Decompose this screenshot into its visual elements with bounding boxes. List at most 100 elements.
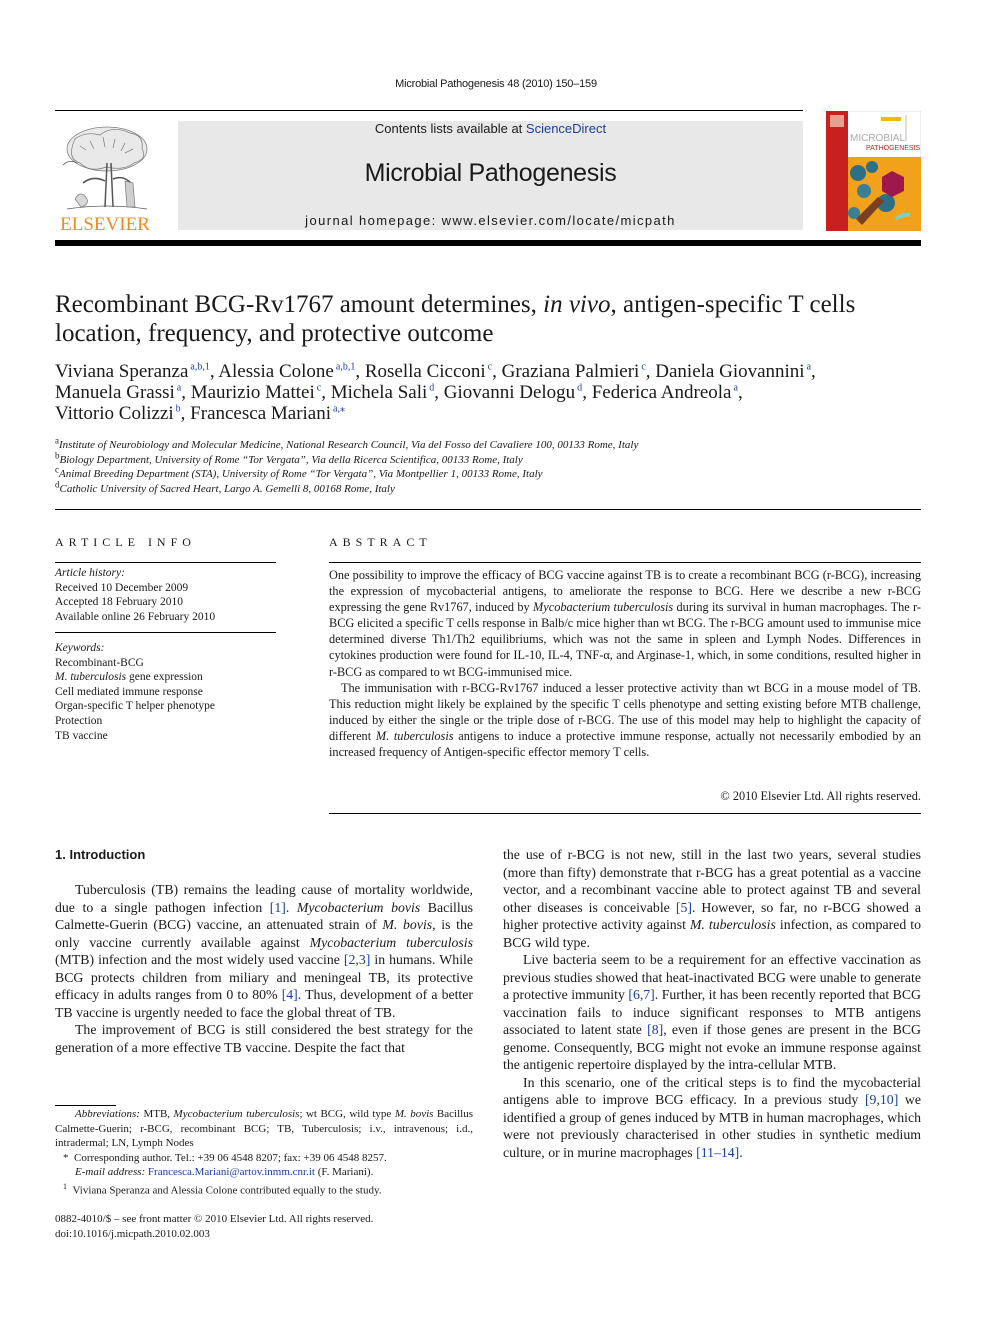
affiliation-text: Catholic University of Sacred Heart, Lar… (59, 482, 395, 495)
italic-run: Myco­bacterium tuberculosis (309, 934, 474, 950)
journal-title: Microbial Pathogenesis (364, 159, 617, 187)
text-run: In this scenario, one of the critical st… (503, 1074, 921, 1108)
author-list: Viviana Speranza a,b,1, Alessia Colone a… (55, 361, 935, 424)
journal-cover-image-icon: MICROBIAL PATHOGENESIS (825, 110, 922, 232)
citation-link[interactable]: [4] (282, 987, 298, 1002)
divider (329, 813, 921, 814)
article-info-heading: ARTICLE INFO (55, 535, 196, 549)
author-name: Giovanni Delogu (443, 382, 576, 403)
author-affiliation-link[interactable]: a,b,1 (188, 362, 209, 373)
italic-run: M. bovis (382, 917, 433, 932)
keyword-list: Recombinant-BCG M. tuberculosis gene expr… (55, 656, 280, 744)
body-paragraph: Tuberculosis (TB) remains the leading ca… (55, 881, 473, 1021)
abstract-body: One possibility to improve the efficacy … (329, 567, 921, 760)
keyword-text: Cell mediated immune response (55, 685, 203, 698)
email-footnote: E-mail address: Francesca.Mariani@artov.… (55, 1165, 473, 1180)
contents-prefix: Contents lists available at (374, 121, 526, 136)
history-online: Available online 26 February 2010 (55, 610, 216, 623)
separator: , (180, 403, 191, 424)
divider (55, 632, 276, 633)
keyword: Organ-specific T helper phenotype (55, 699, 280, 714)
keywords: Keywords: Recombinant-BCG M. tuberculosis… (55, 641, 280, 743)
affiliation-text: Animal Breeding Department (STA), Univer… (59, 468, 543, 480)
issn-line: 0882-4010/$ – see front matter © 2010 El… (55, 1213, 374, 1225)
author-affiliation-link[interactable]: a,b,1 (334, 362, 355, 373)
cover-title-1: MICROBIAL (850, 133, 905, 144)
history-accepted: Accepted 18 February 2010 (55, 596, 184, 609)
keyword-text: gene expression (126, 671, 203, 684)
author-name: Vittorio Colizzi (55, 403, 174, 424)
equal-contribution-footnote: 1 Viviana Speranza and Alessia Colone co… (55, 1180, 473, 1198)
title-part: Recombinant BCG-Rv1767 amount determines… (55, 291, 544, 318)
text-run: (MTB) infection and the most widely used… (55, 952, 344, 967)
section-heading-introduction: 1. Introduction (55, 847, 146, 862)
citation-link[interactable]: [5] (676, 900, 692, 915)
citation-link[interactable]: [9,10] (865, 1092, 898, 1107)
author-affiliation-link[interactable]: a,⁎ (331, 404, 345, 415)
author-name: Daniela Giovannini (655, 361, 805, 382)
article-history: Article history: Received 10 December 20… (55, 566, 280, 624)
author-affiliation-link[interactable]: b (174, 404, 181, 415)
separator: , (811, 361, 816, 382)
citation-link[interactable]: [1] (270, 900, 286, 915)
body-paragraph: the use of r-BCG is not new, still in th… (503, 846, 921, 951)
sciencedirect-link[interactable]: ScienceDirect (526, 121, 606, 136)
keyword: M. tuberculosis gene expression (55, 670, 280, 685)
author-name: Rosella Cicconi (364, 361, 486, 382)
elsevier-wordmark: ELSEVIER (60, 214, 150, 233)
separator: , (321, 382, 331, 403)
header-rule (55, 110, 803, 111)
italic-run: Mycobacterium bovis (296, 899, 421, 915)
corresponding-text: Corresponding author. Tel.: +39 06 4548 … (74, 1151, 387, 1164)
citation-link[interactable]: [8] (647, 1022, 663, 1037)
journal-homepage[interactable]: journal homepage: www.elsevier.com/locat… (178, 213, 803, 228)
citation-link[interactable]: [2,3] (344, 952, 370, 967)
affiliation: dCatholic University of Sacred Heart, La… (55, 479, 935, 497)
contents-line: Contents lists available at ScienceDirec… (178, 121, 803, 136)
affiliations: aInstitute of Neurobiology and Molecular… (55, 436, 935, 497)
italic-run: M. tuberculosis (689, 917, 776, 932)
history-received: Received 10 December 2009 (55, 581, 189, 594)
italic-run: Mycobacterium tuberculosis (533, 600, 674, 615)
body-column-right: the use of r-BCG is not new, still in th… (503, 846, 921, 1161)
author-name: Manuela Grassi (55, 382, 175, 403)
body-paragraph: The improvement of BCG is still consider… (55, 1021, 473, 1056)
author-name: Graziana Palmieri (501, 361, 640, 382)
author-name: Michela Sali (330, 382, 428, 403)
journal-cover[interactable]: MICROBIAL PATHOGENESIS (825, 110, 922, 232)
author-name: Maurizio Mattei (190, 382, 315, 403)
citation-link[interactable]: [11–14] (696, 1145, 739, 1160)
keyword: Recombinant-BCG (55, 656, 280, 671)
keyword-text: Protection (55, 714, 103, 727)
corresponding-footnote: * Corresponding author. Tel.: +39 06 454… (55, 1151, 473, 1166)
divider (329, 562, 921, 563)
email-link[interactable]: Francesca.Mariani@artov.inmm.cnr.it (148, 1166, 315, 1178)
keyword: Cell mediated immune response (55, 685, 280, 700)
footnotes: Abbreviations: MTB, Mycobacterium tuberc… (55, 1107, 473, 1198)
body-paragraph: In this scenario, one of the critical st… (503, 1074, 921, 1162)
affiliation: aInstitute of Neurobiology and Molecular… (55, 436, 935, 453)
keyword-text: Recombinant-BCG (55, 656, 144, 669)
abstract-paragraph: One possibility to improve the efficacy … (329, 567, 921, 680)
email-label: E-mail address: (75, 1166, 146, 1178)
front-matter: 0882-4010/$ – see front matter © 2010 El… (55, 1212, 475, 1242)
italic-run: M. tuberculosis (375, 728, 454, 743)
affiliation-text: Institute of Neurobiology and Molecular … (59, 439, 639, 451)
citation-link[interactable]: [6,7] (628, 987, 654, 1002)
footnote-mark: * (63, 1151, 69, 1164)
email-suffix: (F. Mariani). (314, 1166, 374, 1178)
elsevier-logo[interactable]: ELSEVIER (55, 121, 155, 235)
title-italic: in vivo (543, 291, 611, 318)
affiliation-text: Biology Department, University of Rome “… (59, 453, 523, 466)
affiliation: cAnimal Breeding Department (STA), Unive… (55, 465, 935, 482)
abbreviations-footnote: Abbreviations: MTB, Mycobacterium tuberc… (55, 1107, 473, 1151)
author-name: Francesca Mariani (190, 403, 332, 424)
cover-title-2: PATHOGENESIS (866, 145, 921, 152)
abstract-copyright: © 2010 Elsevier Ltd. All rights reserved… (720, 789, 921, 803)
doi[interactable]: doi:10.1016/j.micpath.2010.02.003 (55, 1227, 475, 1242)
separator: , (355, 361, 365, 382)
equal-text: Viviana Speranza and Alessia Colone cont… (72, 1184, 382, 1197)
footnote-mark: 1 (63, 1181, 67, 1191)
abstract-heading: ABSTRACT (329, 535, 432, 549)
text-run: ; wt BCG, wild type (299, 1108, 395, 1120)
